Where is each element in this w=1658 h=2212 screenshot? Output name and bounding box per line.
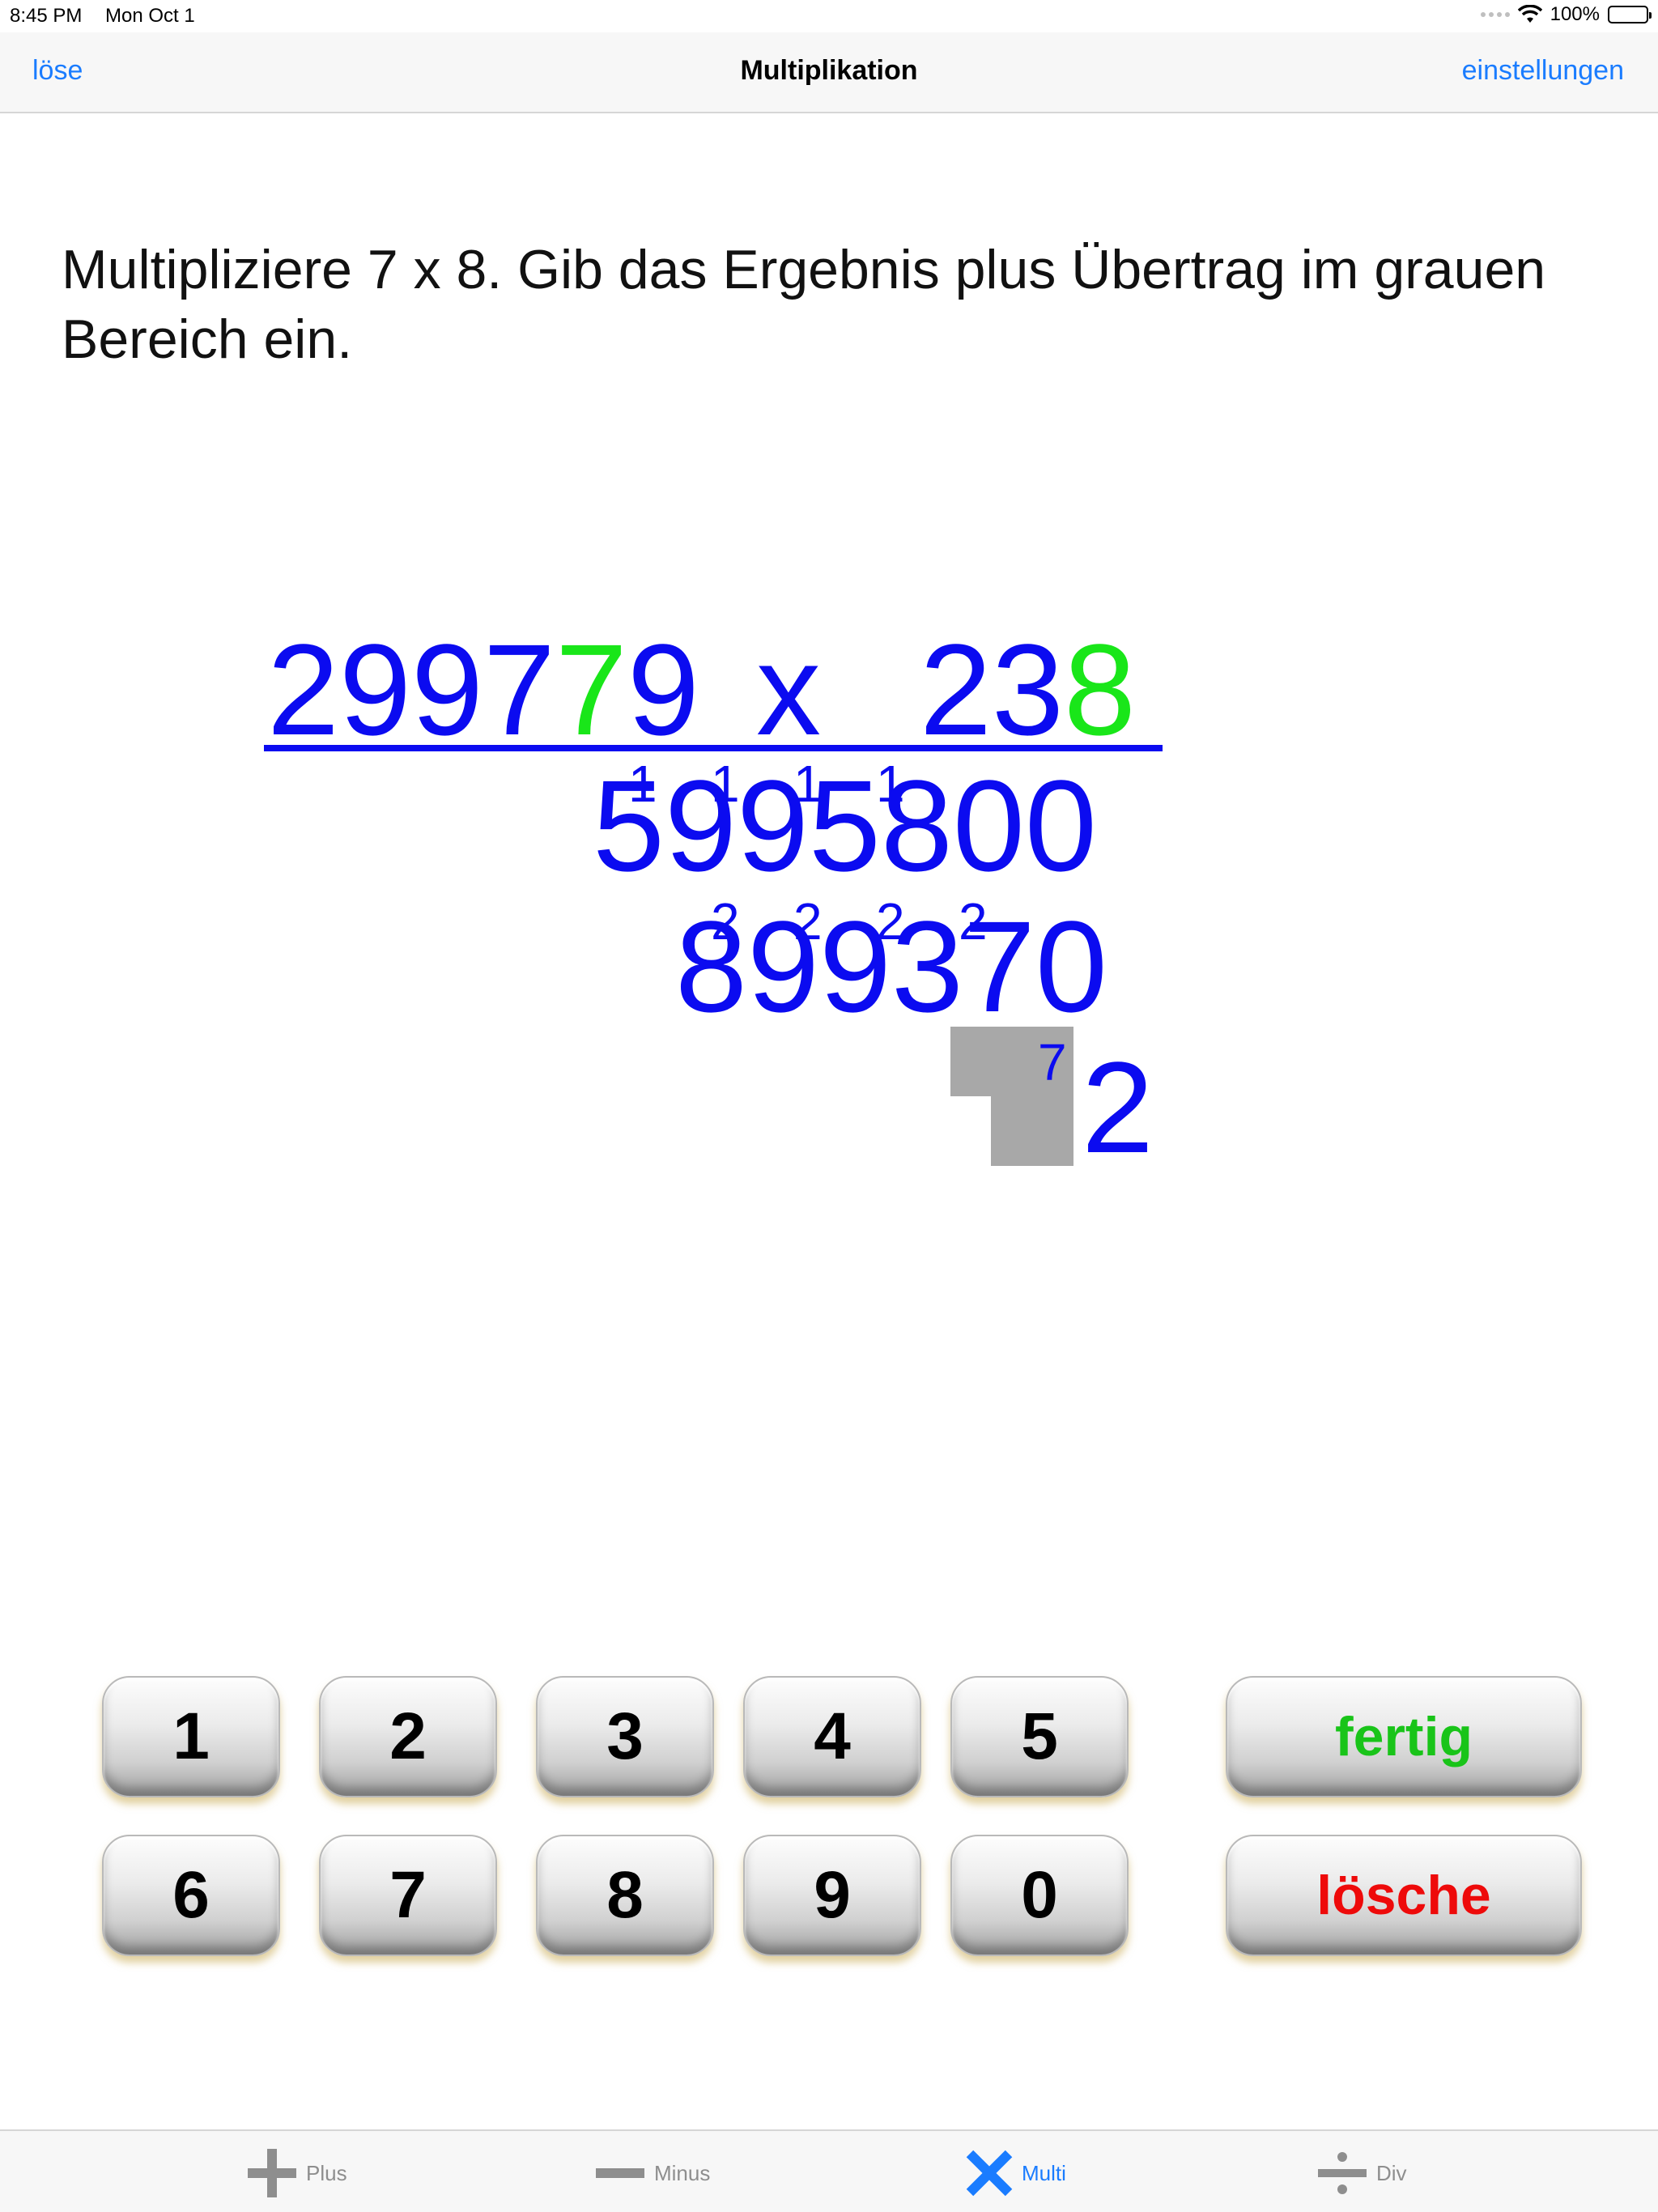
key-8[interactable]: 8 bbox=[536, 1835, 714, 1956]
partial-product-3: 2 bbox=[1082, 1035, 1154, 1180]
sum-line bbox=[264, 745, 1163, 751]
multiplier: 238 bbox=[920, 625, 1136, 755]
entered-carry-digit: 7 bbox=[1038, 1033, 1067, 1091]
tab-bar: Plus Minus Multi Div bbox=[0, 2129, 1658, 2212]
multiplier-digits: 23 bbox=[920, 617, 1064, 762]
multiply-icon bbox=[967, 2150, 1012, 2196]
key-3[interactable]: 3 bbox=[536, 1676, 714, 1797]
plus-icon bbox=[248, 2149, 296, 2197]
multiplicand-last-digit: 9 bbox=[627, 617, 699, 762]
tab-label: Plus bbox=[306, 2160, 347, 2185]
key-9[interactable]: 9 bbox=[743, 1835, 921, 1956]
tab-label: Minus bbox=[654, 2160, 711, 2185]
key-0[interactable]: 0 bbox=[950, 1835, 1129, 1956]
multiplication-problem: 299779 x 238 1 1 1 1 5995800 2 2 2 2 899… bbox=[0, 0, 1658, 1214]
multiplier-highlight-digit: 8 bbox=[1063, 617, 1136, 762]
minus-icon bbox=[596, 2168, 644, 2178]
key-5[interactable]: 5 bbox=[950, 1676, 1129, 1797]
multiplicand-highlight-digit: 7 bbox=[555, 617, 627, 762]
operator: x bbox=[756, 617, 821, 762]
key-7[interactable]: 7 bbox=[319, 1835, 497, 1956]
tab-label: Multi bbox=[1022, 2160, 1066, 2185]
key-4[interactable]: 4 bbox=[743, 1676, 921, 1797]
clear-button[interactable]: lösche bbox=[1226, 1835, 1582, 1956]
key-1[interactable]: 1 bbox=[102, 1676, 280, 1797]
divide-icon bbox=[1318, 2149, 1367, 2197]
key-6[interactable]: 6 bbox=[102, 1835, 280, 1956]
tab-minus[interactable]: Minus bbox=[596, 2149, 710, 2197]
multiplicand-digits: 2997 bbox=[267, 617, 555, 762]
multiplicand: 299779 bbox=[267, 625, 699, 755]
done-button[interactable]: fertig bbox=[1226, 1676, 1582, 1797]
partial-product-2: 899370 bbox=[675, 894, 1107, 1039]
key-2[interactable]: 2 bbox=[319, 1676, 497, 1797]
tab-label: Div bbox=[1376, 2160, 1407, 2185]
tab-multi[interactable]: Multi bbox=[967, 2149, 1066, 2197]
tab-div[interactable]: Div bbox=[1318, 2149, 1407, 2197]
tab-plus[interactable]: Plus bbox=[248, 2149, 347, 2197]
partial-product-1: 5995800 bbox=[593, 753, 1097, 898]
